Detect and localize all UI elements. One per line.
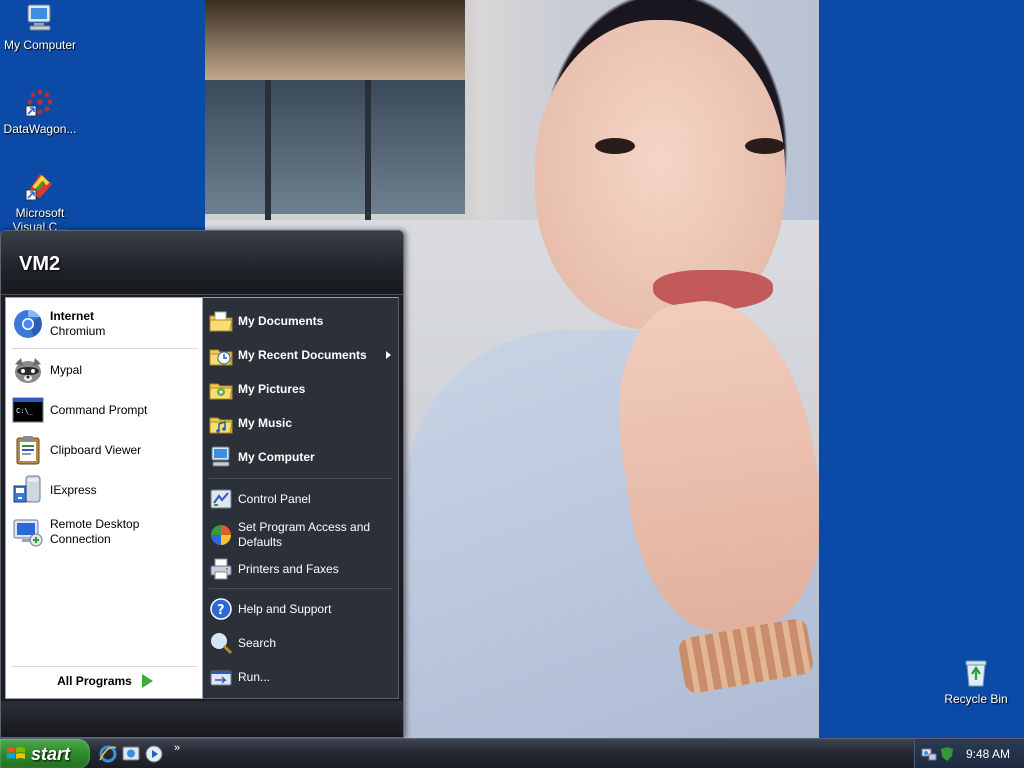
desktop-icon-my-computer[interactable]: My Computer bbox=[0, 2, 80, 52]
chromium-icon bbox=[14, 310, 42, 338]
program-item-mypal[interactable]: Mypal bbox=[12, 352, 198, 388]
start-menu-footer bbox=[1, 701, 403, 737]
help-label: Run... bbox=[238, 669, 271, 684]
mypal-icon bbox=[15, 358, 41, 383]
shield-icon[interactable] bbox=[939, 746, 955, 762]
clock[interactable]: 9:48 AM bbox=[966, 747, 1010, 761]
quick-launch-more-button[interactable]: » bbox=[174, 742, 180, 754]
setting-program-access[interactable]: Set Program Access and Defaults bbox=[209, 516, 393, 554]
system-tray: 9:48 AM bbox=[914, 739, 1024, 768]
pinned-item-subtitle: Chromium bbox=[50, 324, 106, 338]
all-programs-separator bbox=[12, 666, 198, 667]
desktop-icon-label: My Computer bbox=[3, 38, 77, 52]
program-item-clipboard-viewer[interactable]: Clipboard Viewer bbox=[12, 432, 198, 468]
place-label: My Documents bbox=[238, 313, 324, 328]
place-label: My Recent Documents bbox=[238, 347, 367, 362]
search[interactable]: Search bbox=[209, 628, 393, 658]
place-recent-documents[interactable]: My Recent Documents bbox=[209, 340, 393, 370]
start-menu: VM2 Internet Chromium Mypal C:\_ Command… bbox=[0, 230, 404, 738]
start-menu-programs-pane: Internet Chromium Mypal C:\_ Command Pro… bbox=[5, 297, 203, 699]
user-name: VM2 bbox=[19, 253, 61, 275]
recent-documents-icon bbox=[209, 349, 233, 366]
network-icon[interactable] bbox=[921, 746, 937, 762]
start-menu-header: VM2 bbox=[1, 231, 403, 295]
desktop-icon-visual-c[interactable]: Microsoft Visual C... bbox=[0, 170, 80, 234]
svg-text:?: ? bbox=[217, 603, 225, 618]
pinned-item-title: Internet bbox=[50, 309, 95, 323]
my-documents-icon bbox=[209, 311, 233, 332]
my-pictures-icon bbox=[209, 383, 233, 400]
setting-label: Set Program Access and Defaults bbox=[238, 520, 371, 549]
datawagon-icon bbox=[25, 89, 53, 117]
my-computer-icon bbox=[27, 4, 51, 31]
help-and-support[interactable]: ? Help and Support bbox=[209, 594, 393, 624]
windows-flag-icon bbox=[7, 747, 25, 759]
desktop-icon-recycle-bin[interactable]: Recycle Bin bbox=[936, 656, 1016, 706]
pinned-separator bbox=[12, 348, 198, 349]
help-icon: ? bbox=[210, 598, 232, 620]
internet-explorer-icon[interactable] bbox=[98, 744, 118, 764]
show-desktop-icon[interactable] bbox=[121, 744, 141, 764]
wallpaper-window bbox=[205, 80, 465, 220]
program-item-label: Command Prompt bbox=[50, 402, 148, 417]
places-separator bbox=[209, 478, 393, 479]
setting-printers-faxes[interactable]: Printers and Faxes bbox=[209, 554, 393, 584]
all-programs-label: All Programs bbox=[57, 674, 132, 688]
program-item-label: Remote Desktop Connection bbox=[50, 517, 140, 546]
my-computer-icon bbox=[211, 446, 230, 467]
program-item-label: Mypal bbox=[50, 362, 83, 377]
run[interactable]: Run... bbox=[209, 662, 393, 692]
clipboard-viewer-icon bbox=[16, 436, 40, 465]
control-panel-icon bbox=[210, 489, 232, 509]
help-label: Help and Support bbox=[238, 601, 332, 616]
place-my-music[interactable]: My Music bbox=[209, 408, 393, 438]
pinned-item-internet[interactable]: Internet Chromium bbox=[12, 304, 198, 344]
help-label: Search bbox=[238, 635, 277, 650]
program-item-iexpress[interactable]: IExpress bbox=[12, 472, 198, 508]
my-music-icon bbox=[209, 417, 233, 434]
place-label: My Computer bbox=[238, 449, 315, 464]
svg-text:C:\_: C:\_ bbox=[16, 407, 34, 415]
desktop-icon-label: DataWagon... bbox=[3, 122, 77, 136]
wallpaper-eye bbox=[745, 138, 785, 154]
start-menu-places-pane: My Documents My Recent Documents My Pict… bbox=[203, 297, 399, 699]
iexpress-icon bbox=[13, 475, 41, 503]
remote-desktop-icon bbox=[13, 519, 43, 547]
place-label: My Pictures bbox=[238, 381, 306, 396]
run-icon bbox=[210, 670, 232, 686]
arrow-right-icon bbox=[141, 674, 153, 688]
program-item-label: IExpress bbox=[50, 482, 97, 497]
program-item-command-prompt[interactable]: C:\_ Command Prompt bbox=[12, 392, 198, 428]
desktop-icon-datawagon[interactable]: DataWagon... bbox=[0, 86, 80, 136]
setting-label: Printers and Faxes bbox=[238, 561, 339, 576]
program-item-remote-desktop[interactable]: Remote Desktop Connection bbox=[12, 512, 198, 552]
place-my-computer[interactable]: My Computer bbox=[209, 442, 393, 472]
search-icon bbox=[211, 633, 233, 655]
start-button[interactable]: start bbox=[0, 739, 90, 768]
settings-separator bbox=[209, 588, 393, 589]
visual-c-icon bbox=[25, 174, 52, 201]
printers-icon bbox=[210, 558, 232, 580]
program-item-label: Clipboard Viewer bbox=[50, 442, 142, 457]
desktop-icon-label: Recycle Bin bbox=[944, 692, 1008, 706]
wallpaper-eye bbox=[595, 138, 635, 154]
place-my-documents[interactable]: My Documents bbox=[209, 306, 393, 336]
all-programs-button[interactable]: All Programs bbox=[12, 668, 198, 694]
setting-label: Control Panel bbox=[238, 491, 311, 506]
wallpaper-ceiling bbox=[205, 0, 465, 80]
media-player-icon[interactable] bbox=[144, 744, 164, 764]
start-label: start bbox=[31, 743, 71, 764]
place-label: My Music bbox=[238, 415, 293, 430]
recycle-bin-icon bbox=[965, 660, 987, 687]
place-my-pictures[interactable]: My Pictures bbox=[209, 374, 393, 404]
program-access-icon bbox=[211, 525, 231, 545]
submenu-arrow-icon bbox=[386, 351, 391, 359]
command-prompt-icon: C:\_ bbox=[12, 397, 44, 423]
taskbar: start » 9:48 AM bbox=[0, 738, 1024, 768]
setting-control-panel[interactable]: Control Panel bbox=[209, 484, 393, 514]
